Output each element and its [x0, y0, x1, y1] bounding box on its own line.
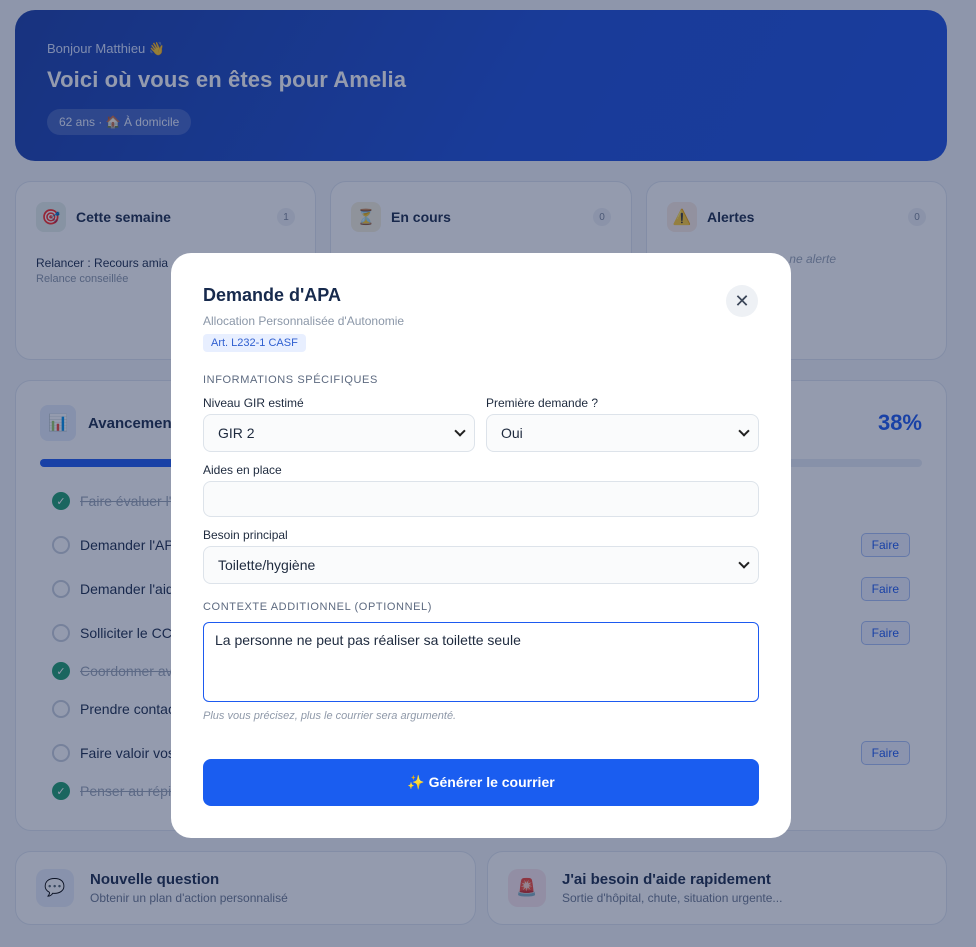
generate-letter-button[interactable]: ✨ Générer le courrier [203, 759, 759, 806]
modal-subtitle: Allocation Personnalisée d'Autonomie [203, 314, 405, 328]
context-hint: Plus vous précisez, plus le courrier ser… [203, 710, 457, 722]
gir-select[interactable]: GIR 2 [203, 414, 475, 452]
section-context-heading: Contexte additionnel (optionnel) [203, 601, 433, 613]
besoin-value: Toilette/hygiène [218, 557, 316, 573]
first-request-value: Oui [501, 425, 523, 441]
chevron-down-icon [454, 425, 466, 437]
besoin-select[interactable]: Toilette/hygiène [203, 546, 759, 584]
context-value: La personne ne peut pas réaliser sa toil… [215, 632, 521, 648]
legal-reference-badge: Art. L232-1 CASF [203, 334, 306, 352]
aides-label: Aides en place [203, 463, 282, 477]
modal-title: Demande d'APA [203, 285, 341, 305]
gir-label: Niveau GIR estimé [203, 396, 304, 410]
close-button[interactable]: ✕ [726, 285, 758, 317]
chevron-down-icon [738, 425, 750, 437]
close-icon: ✕ [734, 290, 750, 311]
first-request-select[interactable]: Oui [486, 414, 759, 452]
apa-request-modal: ✕ Demande d'APA Allocation Personnalisée… [171, 253, 791, 838]
gir-value: GIR 2 [218, 425, 255, 441]
first-request-label: Première demande ? [486, 396, 599, 410]
chevron-down-icon [738, 557, 750, 569]
besoin-label: Besoin principal [203, 528, 288, 542]
context-textarea[interactable]: La personne ne peut pas réaliser sa toil… [203, 622, 759, 702]
section-specific-heading: Informations spécifiques [203, 374, 378, 386]
aides-input[interactable] [203, 481, 759, 517]
